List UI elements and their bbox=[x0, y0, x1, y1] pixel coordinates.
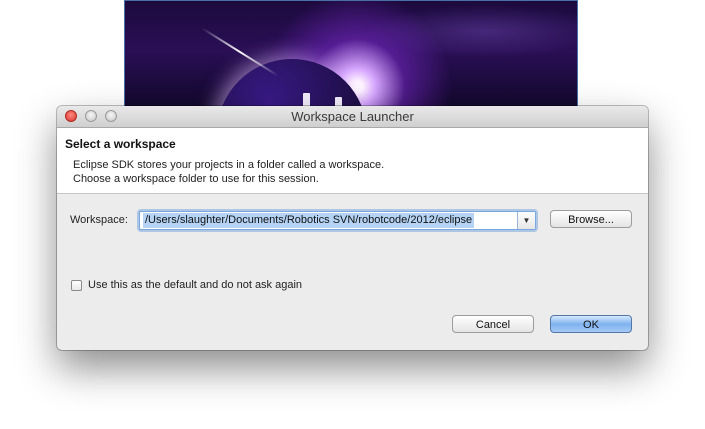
workspace-path-input[interactable]: /Users/slaughter/Documents/Robotics SVN/… bbox=[143, 213, 475, 228]
cancel-button[interactable]: Cancel bbox=[452, 315, 534, 333]
window-title: Workspace Launcher bbox=[291, 109, 414, 124]
workspace-launcher-dialog: Workspace Launcher Select a workspace Ec… bbox=[57, 106, 648, 350]
title-bar[interactable]: Workspace Launcher bbox=[57, 106, 648, 128]
browse-button[interactable]: Browse... bbox=[550, 210, 632, 228]
workspace-label: Workspace: bbox=[70, 214, 128, 226]
use-as-default-label[interactable]: Use this as the default and do not ask a… bbox=[88, 279, 302, 291]
banner-description: Choose a workspace folder to use for thi… bbox=[73, 173, 319, 185]
workspace-path-combobox[interactable]: /Users/slaughter/Documents/Robotics SVN/… bbox=[139, 211, 536, 230]
banner-heading: Select a workspace bbox=[65, 137, 176, 151]
dropdown-arrow-icon[interactable]: ▼ bbox=[517, 212, 535, 229]
eclipse-splash-image bbox=[124, 0, 578, 110]
use-as-default-checkbox[interactable] bbox=[71, 280, 82, 291]
splash-flare bbox=[201, 27, 279, 77]
banner-description: Eclipse SDK stores your projects in a fo… bbox=[73, 159, 385, 171]
header-banner: Select a workspace Eclipse SDK stores yo… bbox=[57, 128, 648, 194]
splash-orb bbox=[217, 59, 367, 109]
ok-button[interactable]: OK bbox=[550, 315, 632, 333]
